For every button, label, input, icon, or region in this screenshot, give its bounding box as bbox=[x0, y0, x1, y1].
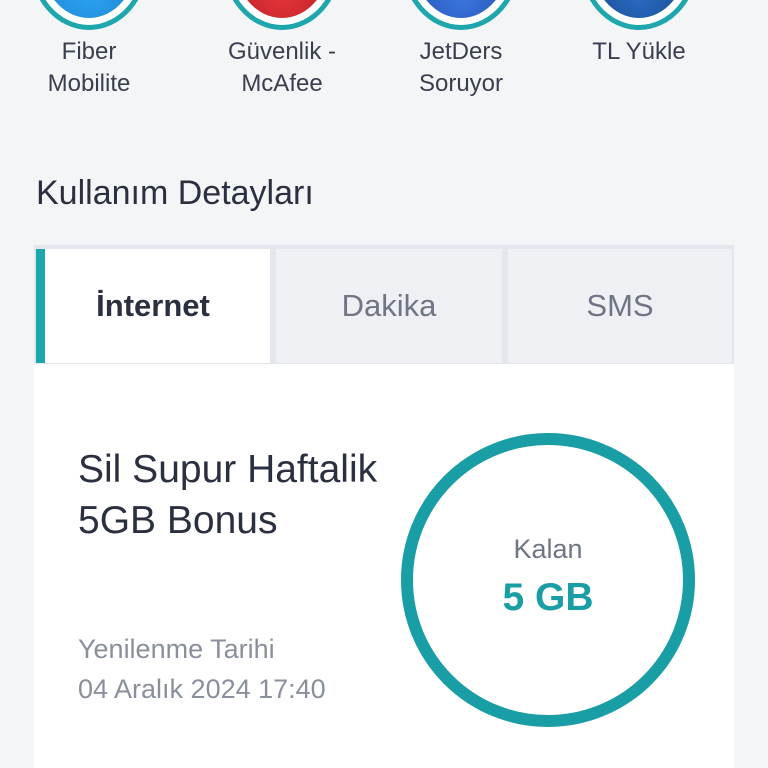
remaining-gauge: Kalan 5 GB bbox=[398, 430, 698, 730]
tab-label: Dakika bbox=[341, 288, 437, 323]
shortcut-label: TL Yükle bbox=[592, 38, 686, 65]
tab-internet[interactable]: İnternet bbox=[36, 249, 270, 363]
tab-label: İnternet bbox=[96, 288, 210, 323]
gauge-label: Kalan bbox=[513, 534, 583, 564]
shortcut-label: JetDers Soruyor bbox=[418, 38, 504, 97]
tl-topup-icon bbox=[579, 0, 699, 30]
tab-label: SMS bbox=[586, 288, 654, 323]
renewal-label: Yenilenme Tarihi bbox=[78, 634, 275, 664]
renewal-date: 04 Aralık 2024 17:40 bbox=[78, 674, 326, 704]
gauge-value: 5 GB bbox=[502, 576, 594, 619]
shortcut-label: Güvenlik - McAfee bbox=[227, 38, 337, 97]
section-title: Kullanım Detayları bbox=[36, 174, 314, 212]
usage-card: Sil Supur Haftalik 5GB Bonus Yenilenme T… bbox=[34, 364, 734, 768]
tab-dakika[interactable]: Dakika bbox=[276, 249, 502, 363]
usage-tabs: İnternet Dakika SMS bbox=[34, 245, 734, 364]
package-name: Sil Supur Haftalik 5GB Bonus bbox=[78, 448, 378, 542]
fiber-mobilite-icon bbox=[29, 0, 149, 30]
jetders-icon bbox=[401, 0, 521, 30]
shortcut-row: Fiber Mobilite Güvenlik - McAfee JetDers… bbox=[0, 0, 768, 110]
shortcut-label: Fiber Mobilite bbox=[47, 38, 131, 97]
tab-sms[interactable]: SMS bbox=[508, 249, 732, 363]
mcafee-shield-icon bbox=[222, 0, 342, 30]
